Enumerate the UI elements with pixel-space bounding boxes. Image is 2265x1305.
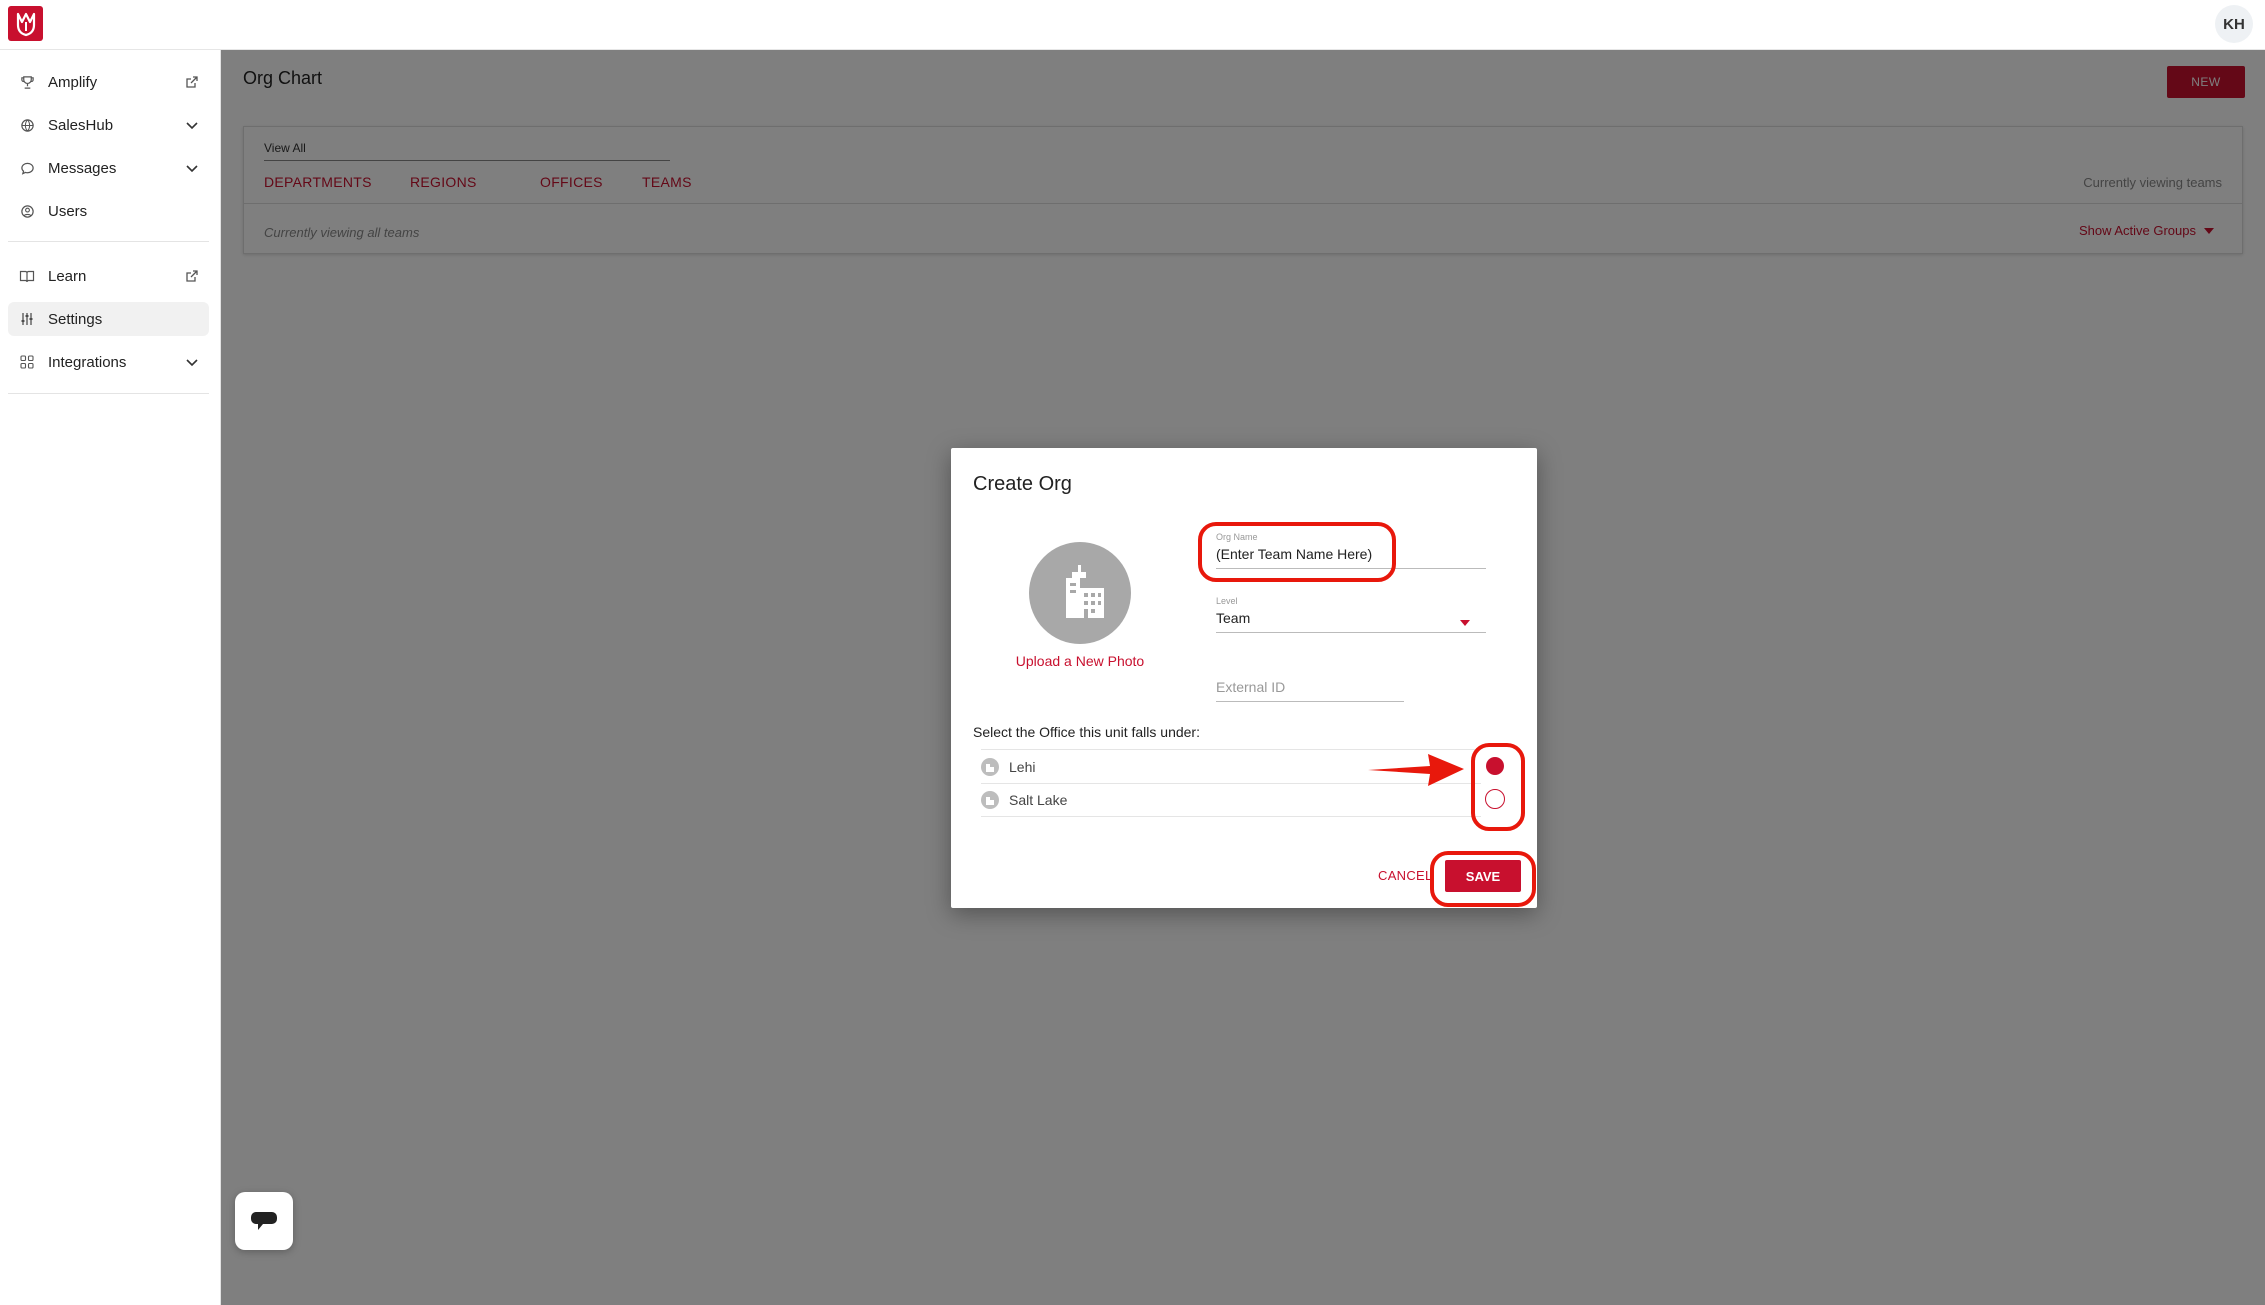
external-id-field[interactable]: External ID [1216,679,1404,702]
logo-icon [16,12,35,36]
external-id-placeholder[interactable]: External ID [1216,679,1404,695]
level-value: Team [1216,610,1251,626]
sidebar-divider [8,393,209,394]
user-circle-icon [16,204,38,219]
sidebar-item-label: SalesHub [48,116,114,134]
top-bar: KH [0,0,2265,50]
create-org-modal: Create Org Upload a New Photo Org Name (… [951,448,1537,908]
building-icon [1066,565,1104,618]
level-label: Level [1216,596,1238,606]
office-icon [981,791,999,809]
modal-title: Create Org [973,473,1072,495]
external-link-icon [181,75,203,89]
sidebar-divider [8,241,209,242]
user-avatar[interactable]: KH [2215,5,2253,43]
sidebar-item-amplify[interactable]: Amplify [8,65,209,99]
globe-icon [16,118,38,133]
sidebar-item-label: Integrations [48,353,127,371]
sidebar-item-settings[interactable]: Settings [8,302,209,336]
sidebar-item-label: Settings [48,310,103,328]
sidebar-item-integrations[interactable]: Integrations [8,345,209,379]
sidebar-item-label: Messages [48,159,117,177]
field-underline [1216,632,1486,633]
chevron-down-icon[interactable] [181,354,203,370]
office-icon [981,757,999,776]
book-icon [16,269,38,284]
sidebar-item-learn[interactable]: Learn [8,259,209,293]
office-name: Lehi [1009,758,1036,775]
save-highlight [1430,851,1536,907]
upload-photo-link[interactable]: Upload a New Photo [989,653,1171,669]
org-name-highlight [1198,522,1396,582]
sidebar-item-label: Amplify [48,73,98,91]
chat-launcher-button[interactable] [235,1192,293,1250]
org-photo-placeholder[interactable] [1029,542,1131,644]
external-link-icon [181,269,203,283]
field-underline [1216,701,1404,702]
chevron-down-icon[interactable] [181,117,203,133]
sidebar-item-label: Users [48,202,88,220]
office-name: Salt Lake [1009,792,1068,808]
grid-icon [16,355,38,369]
sliders-icon [16,312,38,326]
radio-highlight [1471,743,1525,831]
sidebar-item-label: Learn [48,267,87,285]
sidebar-item-saleshub[interactable]: SalesHub [8,108,209,142]
sidebar-item-users[interactable]: Users [8,194,209,228]
chat-icon [251,1212,277,1230]
chat-bubble-icon [16,161,38,176]
office-heading: Select the Office this unit falls under: [973,724,1200,740]
chevron-down-icon[interactable] [181,160,203,176]
sidebar: Amplify SalesHub Messages Users Learn Se… [0,50,221,1305]
sidebar-item-messages[interactable]: Messages [8,151,209,185]
trophy-icon [16,75,38,90]
app-logo[interactable] [8,6,43,41]
caret-down-icon [1460,620,1470,626]
cancel-button[interactable]: CANCEL [1378,868,1433,883]
arrow-pointer-icon [1368,754,1464,786]
level-select[interactable]: Level Team [1216,596,1486,633]
